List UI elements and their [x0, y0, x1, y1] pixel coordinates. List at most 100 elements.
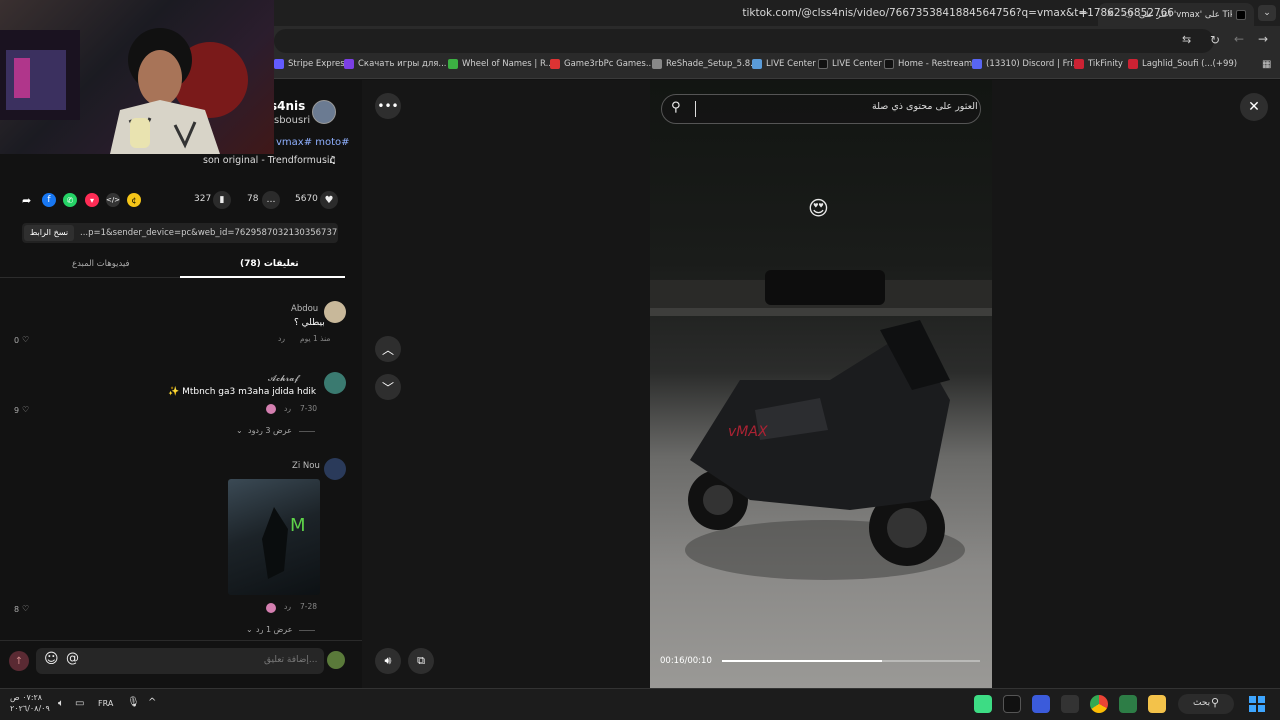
author-handle[interactable]: sbousri	[274, 115, 310, 126]
bookmark-item[interactable]: Stripe Express	[274, 59, 349, 69]
bookmark-item[interactable]: LIVE Center	[818, 59, 882, 69]
chevron-down-icon[interactable]: ⌄	[246, 625, 253, 634]
folder-icon[interactable]	[1148, 695, 1166, 713]
speaker-icon[interactable]: 🔈︎	[58, 698, 64, 709]
comment-heart-icon[interactable]: ♡	[22, 604, 29, 613]
mention-icon[interactable]: @	[66, 651, 79, 666]
app-icon[interactable]	[974, 695, 992, 713]
taskbar-search-label: بحث	[1193, 698, 1211, 708]
avatar[interactable]	[324, 372, 346, 394]
bookmark-favicon	[884, 59, 894, 69]
whatsapp-icon[interactable]: ✆	[63, 193, 77, 207]
creator-liked-avatar	[266, 603, 276, 613]
comment-icon[interactable]: …	[262, 191, 280, 209]
tab-active-indicator	[180, 276, 345, 278]
facebook-icon[interactable]: f	[42, 193, 56, 207]
app-icon[interactable]	[1003, 695, 1021, 713]
comment-date: منذ 1 يوم	[300, 334, 331, 343]
forward-icon[interactable]: →	[1258, 32, 1268, 46]
comment-username[interactable]: Abdou	[291, 304, 318, 314]
divider	[299, 630, 315, 631]
avatar[interactable]	[324, 458, 346, 480]
author-name[interactable]: s4nis	[270, 99, 305, 113]
reload-icon[interactable]: ↻	[1210, 33, 1220, 47]
share-arrow-icon[interactable]: ➦	[22, 194, 31, 207]
close-icon[interactable]: ✕	[1240, 93, 1268, 121]
bookmark-favicon	[550, 59, 560, 69]
sound-name[interactable]: son original - Trendformusic	[203, 155, 335, 166]
chevron-down-icon[interactable]: ⌄	[236, 426, 243, 435]
comment-sticker-image[interactable]: M	[228, 479, 320, 595]
view-replies-button[interactable]: عرض 1 رد	[256, 625, 292, 634]
bookmark-item[interactable]: ReShade_Setup_5.8.0	[652, 59, 758, 69]
svg-text:M: M	[290, 515, 306, 536]
page-settings-icon[interactable]: ⇆	[1182, 33, 1191, 46]
clock-date[interactable]: ٢٠٢٦/٠٨/٠٩	[10, 704, 50, 713]
tab-list-chevron-icon[interactable]: ⌄	[1258, 5, 1276, 21]
comment-username[interactable]: Zi Nou	[292, 461, 320, 471]
app-icon[interactable]	[1061, 695, 1079, 713]
picture-in-picture-icon[interactable]: ⧉	[408, 648, 434, 674]
author-avatar[interactable]	[312, 100, 336, 124]
reply-link[interactable]: رد	[284, 404, 291, 413]
creator-liked-avatar	[266, 404, 276, 414]
bookmark-icon[interactable]: ▮	[213, 191, 231, 209]
microphone-icon[interactable]: 🎙︎	[127, 697, 140, 708]
video-player[interactable]: vMAX	[650, 80, 992, 688]
reaction-emoji: 😍	[808, 196, 829, 220]
volume-icon[interactable]: 🔊︎	[375, 648, 401, 674]
progress-fill	[722, 660, 882, 662]
streamer-figure-icon	[0, 28, 248, 154]
bookmark-favicon	[344, 59, 354, 69]
all-bookmarks-icon[interactable]: ▦	[1262, 59, 1271, 70]
avatar[interactable]	[324, 301, 346, 323]
store-icon[interactable]	[1119, 695, 1137, 713]
video-tags[interactable]: vmax# moto#	[276, 137, 350, 148]
embed-icon[interactable]: </>	[106, 193, 120, 207]
copy-link-button[interactable]: نسخ الرابط	[24, 225, 74, 241]
more-options-icon[interactable]: •••	[375, 93, 401, 119]
previous-video-chevron-icon[interactable]: ︿	[375, 336, 401, 362]
app-icon[interactable]	[1032, 695, 1050, 713]
next-video-chevron-icon[interactable]: ﹀	[375, 374, 401, 400]
language-indicator[interactable]: FRA	[98, 699, 113, 708]
search-icon: ⚲	[1211, 696, 1220, 709]
comment-like-count: 8	[14, 605, 20, 614]
bookmark-item[interactable]: Home - Restream	[884, 59, 972, 69]
post-comment-button[interactable]: ↑	[9, 651, 29, 671]
chrome-icon[interactable]	[1090, 695, 1108, 713]
details-panel	[0, 80, 362, 688]
comment-username[interactable]: 𝓐𝓬𝓱𝓻𝓪𝓯	[268, 374, 299, 384]
coin-icon[interactable]: ¢	[127, 193, 141, 207]
reply-link[interactable]: رد	[278, 334, 285, 343]
comment-heart-icon[interactable]: ♡	[22, 405, 29, 414]
bookmark-item[interactable]: LIVE Center	[752, 59, 816, 69]
windows-start-icon[interactable]	[1249, 696, 1265, 712]
bookmark-favicon	[652, 59, 662, 69]
bookmark-item[interactable]: Скачать игры для...	[344, 59, 447, 69]
url-text[interactable]: tiktok.com/@clss4nis/video/7667353841884…	[742, 7, 1174, 19]
bookmark-item[interactable]: TikFinity	[1074, 59, 1123, 69]
reply-link[interactable]: رد	[284, 602, 291, 611]
send-icon[interactable]: ▾	[85, 193, 99, 207]
back-icon[interactable]: ←	[1234, 32, 1244, 46]
comment-like-count: 9	[14, 406, 20, 415]
search-icon[interactable]: ⚲	[671, 100, 681, 115]
comment-heart-icon[interactable]: ♡	[22, 335, 29, 344]
bookmark-item[interactable]: (13310) Discord | Fri...	[972, 59, 1081, 69]
tab-creator-videos[interactable]: فيديوهات المبدع	[72, 259, 130, 269]
display-icon[interactable]: ▭	[75, 698, 84, 709]
bookmark-item[interactable]: Game3rbPc Games...	[550, 59, 654, 69]
video-time: 00:16/00:10	[660, 656, 712, 666]
scooter-scene-icon: vMAX	[650, 270, 992, 580]
bookmark-item[interactable]: Wheel of Names | R...	[448, 59, 554, 69]
url-field[interactable]	[274, 29, 1214, 53]
chevron-up-icon[interactable]: ^	[148, 697, 156, 708]
heart-icon[interactable]: ♥	[320, 191, 338, 209]
share-link-text[interactable]: ...p=1&sender_device=pc&web_id=762958703…	[80, 228, 337, 238]
view-replies-button[interactable]: عرض 3 ردود	[248, 426, 292, 435]
tab-comments[interactable]: (78) تعليقات	[240, 259, 299, 269]
emoji-icon[interactable]: ☺	[44, 651, 59, 667]
clock-time[interactable]: ٠٧:٢٨ ص	[10, 693, 42, 702]
bookmark-item[interactable]: Laghlid_Soufi (...(+99)	[1128, 59, 1237, 69]
